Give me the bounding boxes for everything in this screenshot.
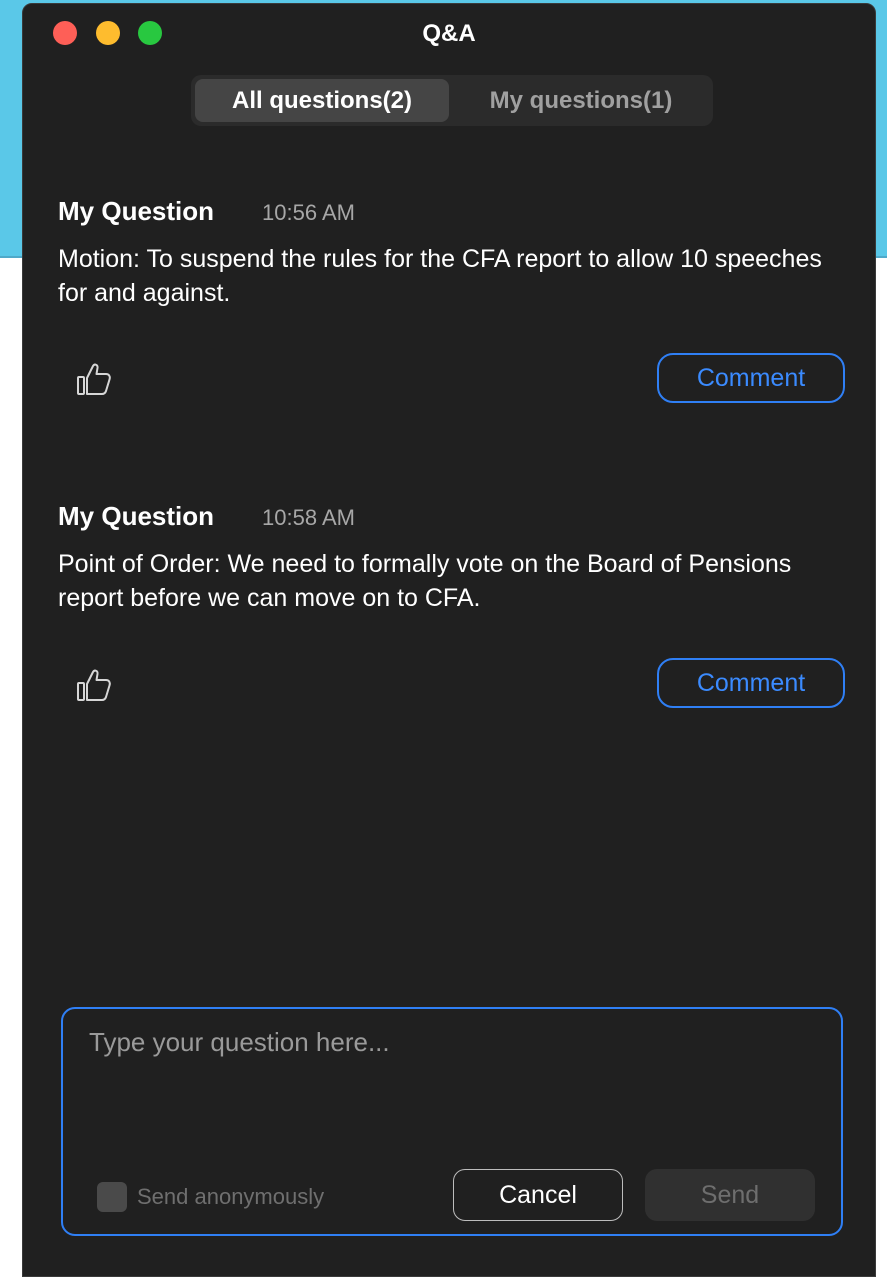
thumbs-up-icon[interactable]: [75, 360, 113, 398]
tab-all-questions[interactable]: All questions(2): [195, 79, 449, 122]
title-bar: Q&A: [23, 4, 875, 64]
send-anonymously-label: Send anonymously: [137, 1184, 325, 1209]
comment-button[interactable]: Comment: [657, 658, 845, 708]
qa-window: Q&A All questions(2) My questions(1) My …: [22, 3, 876, 1277]
comment-button[interactable]: Comment: [657, 353, 845, 403]
question-time: 10:56 AM: [262, 200, 355, 225]
question-text: Point of Order: We need to formally vote…: [58, 550, 792, 612]
send-button[interactable]: Send: [645, 1169, 815, 1221]
question-author: My Question: [58, 501, 215, 531]
question-tabs: All questions(2) My questions(1): [191, 75, 713, 126]
question-author: My Question: [58, 196, 215, 226]
window-title: Q&A: [422, 20, 476, 47]
question-input[interactable]: [89, 1027, 809, 1147]
thumbs-up-icon[interactable]: [75, 666, 113, 704]
question-header: My Question 10:56 AM: [58, 196, 355, 227]
question-composer: Send anonymously Cancel Send: [61, 1007, 843, 1236]
question-header: My Question 10:58 AM: [58, 501, 355, 532]
question-time: 10:58 AM: [262, 505, 355, 530]
send-anonymously-checkbox[interactable]: [97, 1182, 127, 1212]
cancel-button[interactable]: Cancel: [453, 1169, 623, 1221]
question-text: Motion: To suspend the rules for the CFA…: [58, 245, 822, 307]
send-anonymously-option: Send anonymously: [97, 1182, 324, 1212]
tab-my-questions[interactable]: My questions(1): [453, 79, 709, 122]
